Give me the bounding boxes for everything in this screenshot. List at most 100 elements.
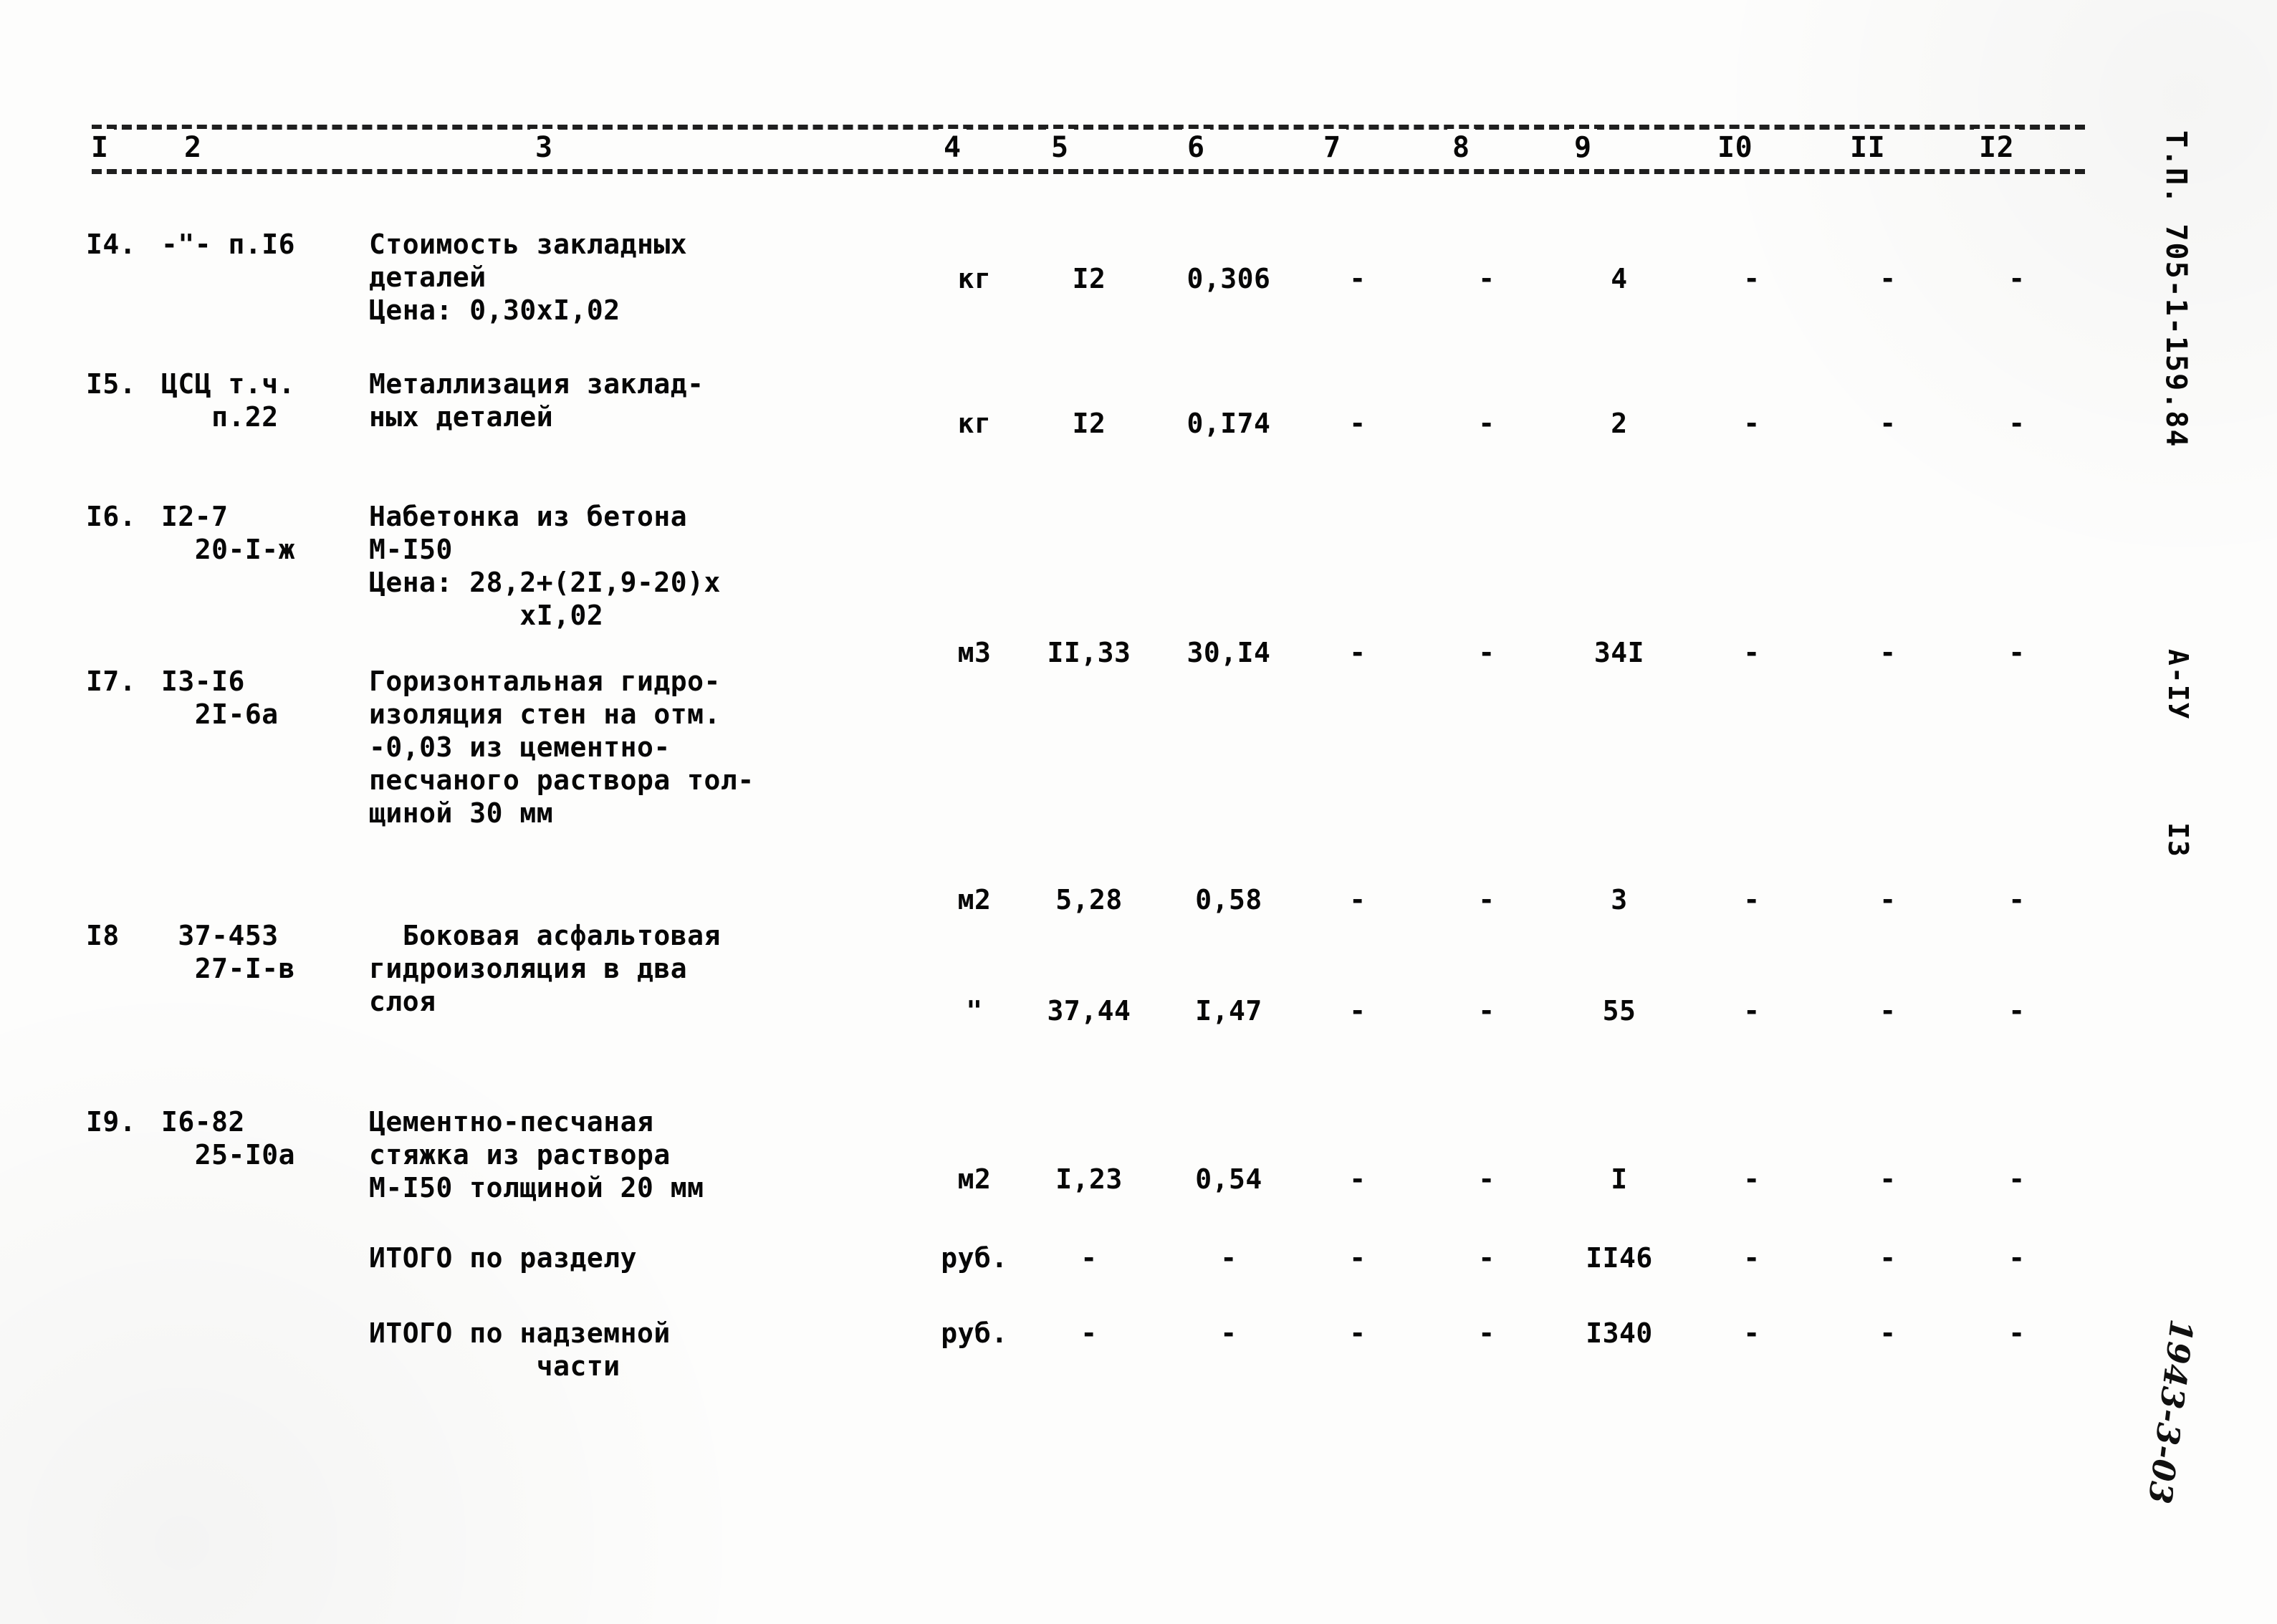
work-description-line: М-I50 [369, 534, 453, 565]
value-col-10: - [1743, 408, 1760, 439]
value-col-10: - [1743, 884, 1760, 916]
value-col-6: 0,306 [1187, 263, 1271, 294]
table-row: I5. ЦСЦ т.ч. п.22 Металлизация заклад-ных … [86, 367, 2085, 433]
row-number: I6. [86, 501, 137, 532]
value-col-12: - [2008, 263, 2026, 294]
value-col-9: II46 [1586, 1242, 1653, 1274]
norm-code-line: 2I-6а [161, 698, 279, 730]
value-col-6: - [1220, 1242, 1237, 1274]
value-col-11: - [1879, 884, 1897, 916]
value-col-7: - [1349, 263, 1366, 294]
work-description-line: щиной 30 мм [369, 797, 554, 829]
work-description-line: изоляция стен на отм. [369, 698, 721, 730]
work-description-line: Горизонтальная гидро- [369, 666, 721, 697]
column-header-8: 8 [1447, 129, 1475, 166]
value-col-8: - [1478, 1317, 1495, 1349]
table-row: I9. I6-82 25-I0а Цементно-песчаная стяжка и… [86, 1105, 2085, 1203]
value-col-11: - [1879, 263, 1897, 294]
work-description-line: Цементно-песчаная [369, 1106, 654, 1138]
value-col-12: - [2008, 1163, 2026, 1195]
value-col-9: 55 [1602, 995, 1636, 1027]
unit-of-measure: " [966, 995, 983, 1027]
table-row-values: " 37,44 I,47 - - 55 - - - [86, 994, 2085, 1027]
value-col-12: - [2008, 995, 2026, 1027]
table-row-values: кг I2 0,306 - - 4 - - - [86, 262, 2085, 294]
column-number-row: I 2 3 4 5 6 7 8 9 I0 II I2 [86, 129, 2085, 166]
value-col-7: - [1349, 1317, 1366, 1349]
value-col-5: I2 [1072, 263, 1106, 294]
value-col-11: - [1879, 408, 1897, 439]
column-header-9: 9 [1569, 129, 1597, 166]
work-description-line: гидроизоляция в два [369, 953, 688, 984]
value-col-9: I340 [1586, 1317, 1653, 1349]
unit-of-measure: кг [957, 408, 992, 439]
unit-of-measure: м2 [957, 1163, 992, 1195]
value-col-11: - [1879, 1163, 1897, 1195]
work-description-line: хI,02 [369, 600, 604, 631]
work-description-line: Набетонка из бетона [369, 501, 688, 532]
value-col-8: - [1478, 1163, 1495, 1195]
row-number: I7. [86, 666, 137, 697]
norm-code-line: -"- п.I6 [161, 229, 296, 260]
value-col-9: I [1611, 1163, 1628, 1195]
value-col-5: - [1080, 1242, 1098, 1274]
value-col-5: I,23 [1055, 1163, 1123, 1195]
table-row-values: руб. - - - - I340 - - - [86, 1317, 2085, 1349]
value-col-10: - [1743, 1317, 1760, 1349]
value-col-12: - [2008, 1317, 2026, 1349]
value-col-10: - [1743, 995, 1760, 1027]
norm-code-line: I6-82 [161, 1106, 245, 1138]
value-col-10: - [1743, 1242, 1760, 1274]
work-description-line: Боковая асфальтовая [369, 920, 721, 951]
table-header: I 2 3 4 5 6 7 8 9 I0 II I2 [86, 120, 2085, 174]
row-number: I9. [86, 1106, 137, 1138]
value-col-10: - [1743, 263, 1760, 294]
row-number: I4. [86, 229, 137, 260]
column-header-7: 7 [1318, 129, 1346, 166]
norm-code-line: ЦСЦ т.ч. [161, 368, 296, 400]
value-col-11: - [1879, 1317, 1897, 1349]
header-rule-bottom [92, 169, 2085, 174]
table-row-values: м3 II,33 30,I4- -34I - - - [86, 636, 2085, 668]
column-header-11: II [1845, 129, 1891, 166]
value-col-6: 0,54 [1195, 1163, 1262, 1195]
value-col-5: 37,44 [1047, 995, 1131, 1027]
value-col-7: - [1349, 1242, 1366, 1274]
column-header-4: 4 [939, 129, 967, 166]
value-col-7: - [1349, 884, 1366, 916]
value-col-7: - [1349, 1163, 1366, 1195]
work-description-line: Цена: 0,30хI,02 [369, 294, 620, 326]
table-row-values: кг I2 0,I74 - - 2 - - - [86, 407, 2085, 439]
work-description-line: Металлизация заклад- [369, 368, 704, 400]
column-header-6: 6 [1182, 129, 1210, 166]
norm-code-line: 27-I-в [161, 953, 296, 984]
value-col-8: - [1478, 1242, 1495, 1274]
column-header-5: 5 [1046, 129, 1074, 166]
column-header-2: 2 [179, 129, 207, 166]
handwritten-archive-mark: 1943-3-03 [2140, 1317, 2200, 1507]
value-col-9: 4 [1611, 263, 1628, 294]
value-col-8: - [1478, 995, 1495, 1027]
row-number: I5. [86, 368, 137, 400]
value-col-11: - [1879, 1242, 1897, 1274]
work-description-line: части [369, 1350, 620, 1382]
unit-of-measure: руб. [941, 1317, 1008, 1349]
value-col-11: - [1879, 995, 1897, 1027]
value-col-9: 3 [1611, 884, 1628, 916]
table-row: I8 37-453 27-I-в Боковая асфальтовая гидр… [86, 919, 2085, 1017]
value-col-12: - [2008, 1242, 2026, 1274]
work-description-line: Цена: 28,2+(2I,9-20)х [369, 567, 721, 598]
value-col-8: - [1478, 884, 1495, 916]
row-number: I8 [86, 920, 120, 951]
work-description-line: -0,03 из цементно- [369, 731, 671, 763]
work-description-line: Стоимость закладных [369, 229, 688, 260]
column-header-1: I [86, 129, 114, 166]
value-col-6: - [1220, 1317, 1237, 1349]
unit-of-measure: кг [957, 263, 992, 294]
column-header-10: I0 [1712, 129, 1758, 166]
value-col-12: - [2008, 884, 2026, 916]
unit-of-measure: м2 [957, 884, 992, 916]
value-col-7: - [1349, 408, 1366, 439]
unit-of-measure: руб. [941, 1242, 1008, 1274]
estimate-table: I 2 3 4 5 6 7 8 9 I0 II I2 I4. -"- п.I6 Стоимость зак… [86, 120, 2085, 1382]
